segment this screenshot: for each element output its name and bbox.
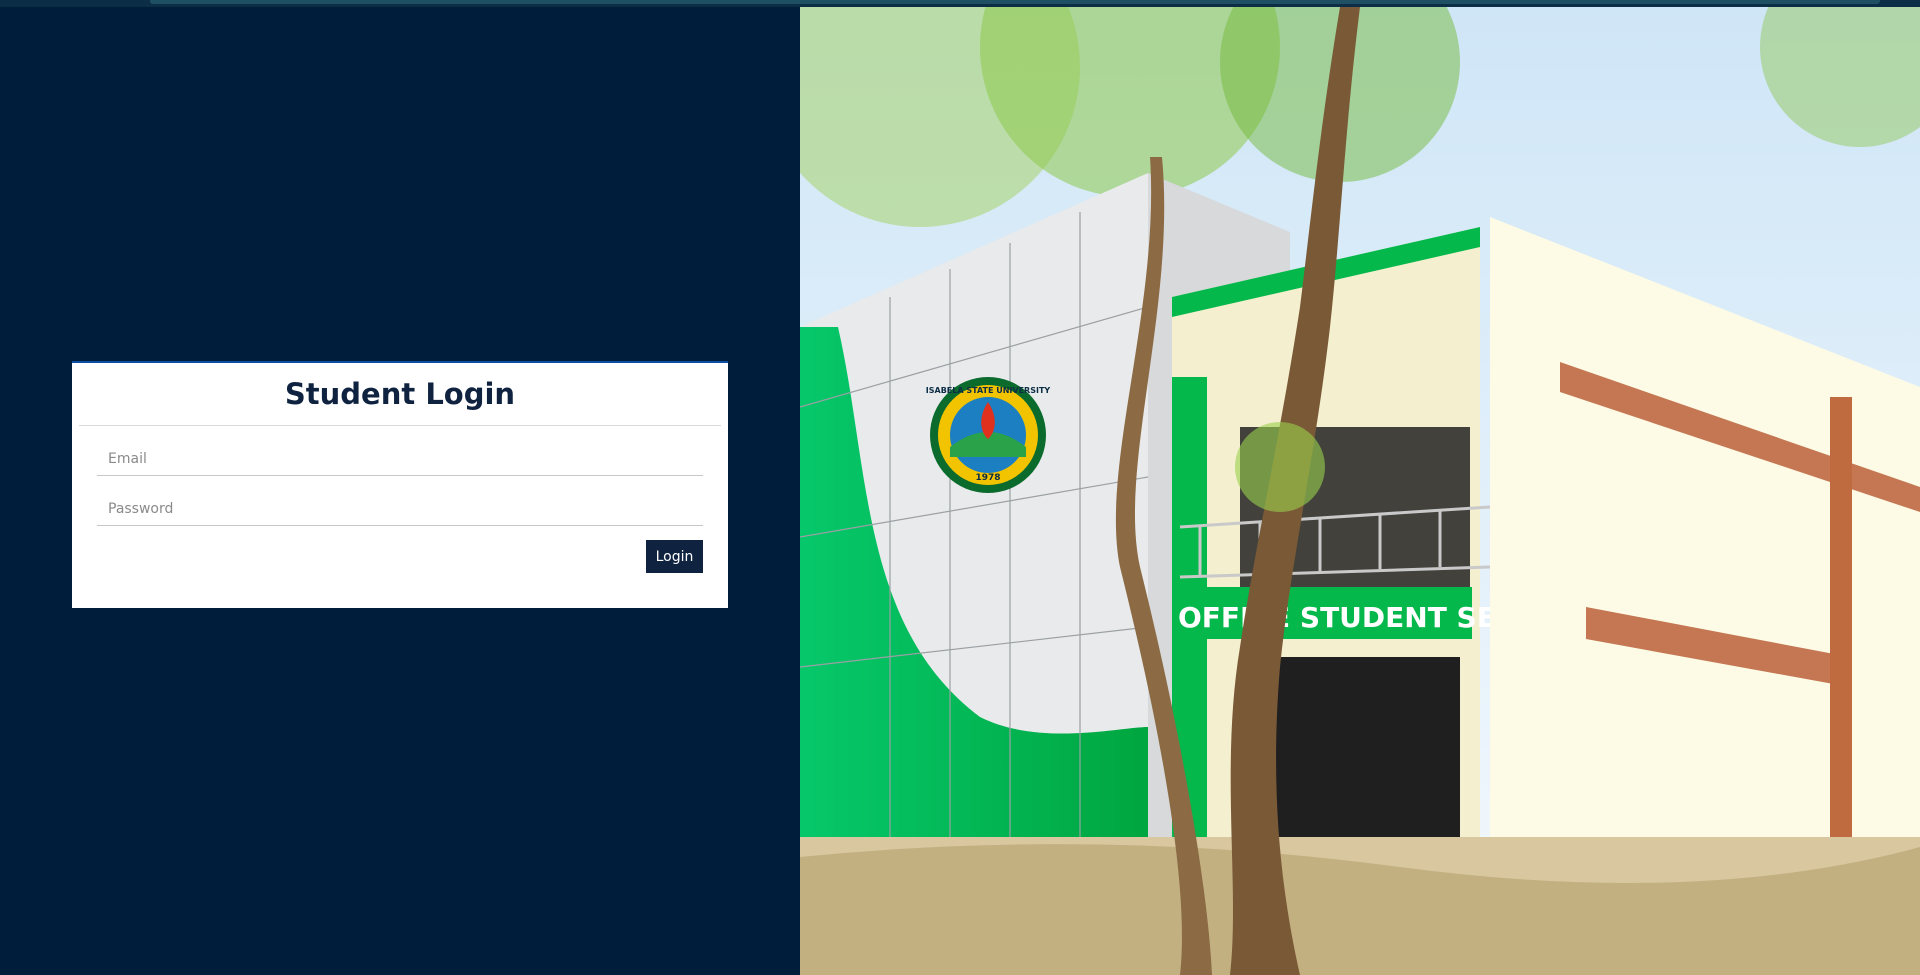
- campus-building-image: ISABELA STATE UNIVERSITY 1978 OFFICE STU…: [800, 7, 1920, 975]
- campus-photo: ISABELA STATE UNIVERSITY 1978 OFFICE STU…: [800, 7, 1920, 975]
- login-actions: Login: [72, 526, 728, 596]
- password-input[interactable]: [97, 493, 703, 525]
- top-strip-bar: [150, 0, 1880, 4]
- email-field-wrapper: [97, 426, 703, 476]
- password-field-wrapper: [97, 476, 703, 526]
- svg-text:1978: 1978: [975, 473, 1000, 483]
- login-card: Student Login Login: [72, 361, 728, 608]
- svg-text:ISABELA STATE UNIVERSITY: ISABELA STATE UNIVERSITY: [926, 386, 1051, 395]
- login-title: Student Login: [284, 377, 516, 411]
- login-button[interactable]: Login: [646, 540, 703, 573]
- wing-column: [1830, 397, 1852, 847]
- tree-leaves: [1235, 422, 1325, 512]
- browser-top-strip: [0, 0, 1920, 7]
- email-input[interactable]: [97, 443, 703, 475]
